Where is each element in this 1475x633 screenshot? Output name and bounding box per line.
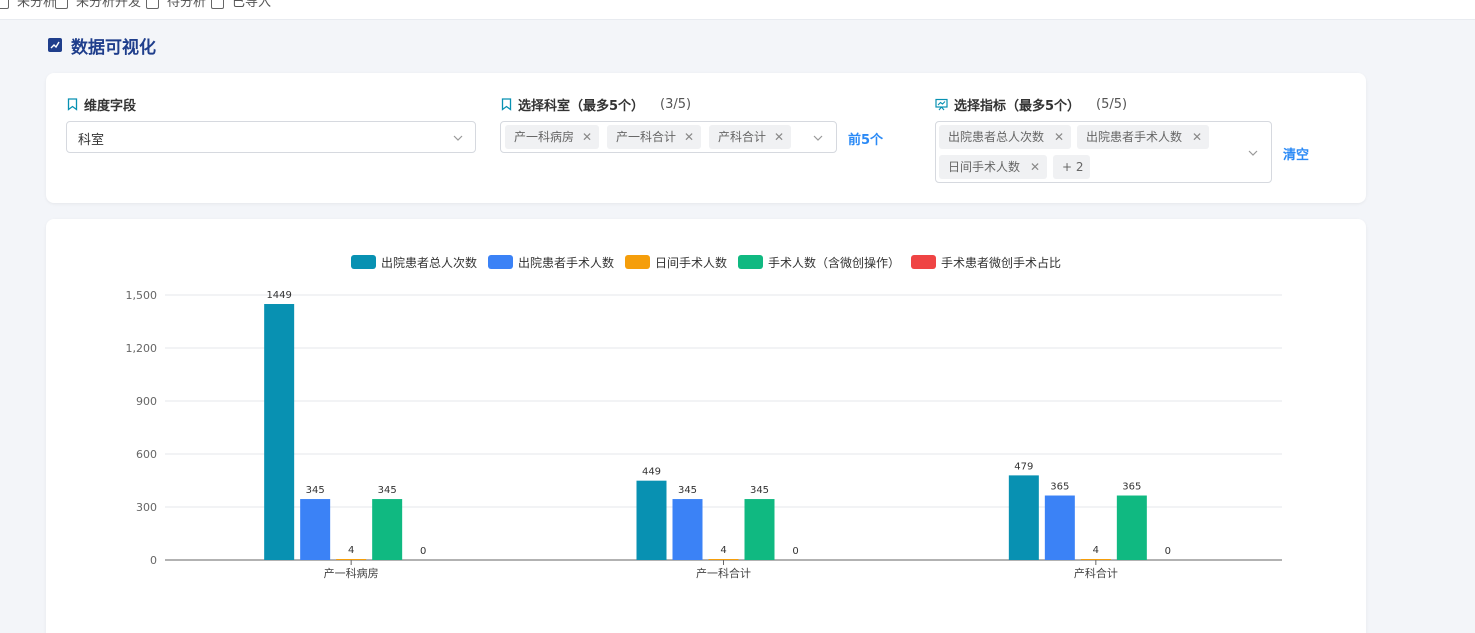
data-label: 449 — [642, 467, 661, 478]
data-label: 345 — [678, 485, 697, 496]
checkbox-label: 未分析开发 — [76, 0, 142, 10]
top-toolbar: 未分析 未分析开发 待分析 已导入 — [0, 0, 1475, 20]
chevron-down-icon — [813, 135, 823, 141]
department-label-text: 选择科室（最多5个） — [518, 99, 645, 114]
dimension-select[interactable]: 科室 — [66, 121, 476, 153]
checkbox-icon[interactable] — [146, 0, 159, 9]
close-icon[interactable]: ✕ — [1192, 125, 1202, 149]
data-label: 365 — [1050, 482, 1069, 493]
data-label: 4 — [720, 545, 726, 556]
department-tag: 产科合计 ✕ — [709, 125, 791, 149]
y-tick-label: 600 — [136, 448, 157, 461]
close-icon[interactable]: ✕ — [684, 125, 694, 149]
metric-tag-label: 出院患者手术人数 — [1086, 130, 1183, 144]
bar — [1080, 559, 1111, 560]
data-label: 0 — [792, 546, 798, 557]
metric-tag-label: 出院患者总人次数 — [948, 130, 1045, 144]
checkbox-option[interactable]: 待分析 — [146, 0, 206, 10]
department-tag: 产一科合计 ✕ — [607, 125, 701, 149]
metric-more-tag: + 2 — [1053, 155, 1090, 179]
bar — [300, 499, 331, 560]
top5-button[interactable]: 前5个 — [848, 129, 883, 148]
metric-tag-label: 日间手术人数 — [948, 160, 1021, 174]
bar — [1044, 495, 1075, 560]
x-tick-label: 产一科病房 — [324, 566, 379, 580]
department-count: (3/5) — [660, 97, 692, 112]
metric-label: 选择指标（最多5个） (5/5) — [935, 95, 1127, 114]
y-tick-label: 0 — [150, 554, 157, 567]
checkbox-icon[interactable] — [211, 0, 224, 9]
bar — [1116, 495, 1147, 560]
checkbox-option[interactable]: 已导入 — [211, 0, 271, 10]
bar — [264, 304, 295, 560]
line-chart-icon — [48, 38, 62, 52]
checkbox-label: 已导入 — [232, 0, 272, 10]
clear-button[interactable]: 清空 — [1283, 144, 1309, 163]
filter-panel: 维度字段 科室 选择科室（最多5个） (3/5) 产一科病房 ✕ 产一科合计 ✕ 产… — [46, 73, 1366, 203]
chart-panel: 出院患者总人次数 出院患者手术人数 日间手术人数 手术人数（含微创操作） 手术患者微创手… — [46, 219, 1366, 633]
metric-more-label: + 2 — [1062, 160, 1084, 174]
data-label: 345 — [378, 485, 397, 496]
bar — [372, 499, 403, 560]
bar — [708, 559, 739, 560]
metric-tag: 出院患者手术人数 ✕ — [1077, 125, 1209, 149]
data-label: 4 — [348, 545, 354, 556]
data-label: 479 — [1014, 461, 1033, 472]
data-label: 1449 — [266, 290, 291, 301]
department-tag-label: 产一科病房 — [514, 130, 575, 144]
bar — [1008, 475, 1039, 560]
page-title: 数据可视化 — [48, 34, 156, 58]
dimension-label-text: 维度字段 — [84, 99, 137, 114]
data-label: 345 — [306, 485, 325, 496]
data-label: 365 — [1122, 482, 1141, 493]
bookmark-icon — [501, 98, 512, 111]
close-icon[interactable]: ✕ — [1054, 125, 1064, 149]
checkbox-label: 待分析 — [167, 0, 207, 10]
page-title-text: 数据可视化 — [71, 37, 156, 58]
department-select[interactable]: 产一科病房 ✕ 产一科合计 ✕ 产科合计 ✕ — [500, 121, 837, 153]
data-label: 4 — [1093, 545, 1099, 556]
y-tick-label: 1,200 — [126, 342, 158, 355]
bar — [744, 499, 775, 560]
chart-board-icon — [935, 98, 948, 111]
y-tick-label: 900 — [136, 395, 157, 408]
x-tick-label: 产科合计 — [1074, 566, 1118, 580]
data-label: 0 — [1165, 546, 1171, 557]
department-tag-label: 产一科合计 — [616, 130, 677, 144]
y-tick-label: 1,500 — [126, 289, 158, 302]
chevron-down-icon — [1248, 150, 1258, 156]
checkbox-icon[interactable] — [55, 0, 68, 9]
bar — [636, 480, 667, 560]
y-tick-label: 300 — [136, 501, 157, 514]
checkbox-option[interactable]: 未分析 — [0, 0, 56, 10]
metric-select[interactable]: 出院患者总人次数 ✕ 出院患者手术人数 ✕ 日间手术人数 ✕ + 2 — [935, 121, 1272, 183]
chevron-down-icon — [453, 135, 463, 141]
department-tag-label: 产科合计 — [718, 130, 767, 144]
bar — [672, 499, 703, 560]
bar — [336, 559, 367, 560]
close-icon[interactable]: ✕ — [1030, 155, 1040, 179]
close-icon[interactable]: ✕ — [582, 125, 592, 149]
checkbox-option[interactable]: 未分析开发 — [55, 0, 141, 10]
dimension-label: 维度字段 — [67, 95, 136, 114]
metric-count: (5/5) — [1096, 97, 1128, 112]
metric-tag: 出院患者总人次数 ✕ — [939, 125, 1071, 149]
department-tag: 产一科病房 ✕ — [505, 125, 599, 149]
metric-label-text: 选择指标（最多5个） — [954, 99, 1081, 114]
department-label: 选择科室（最多5个） (3/5) — [501, 95, 691, 114]
checkbox-label: 未分析 — [17, 0, 57, 10]
data-label: 0 — [420, 546, 426, 557]
bar-chart: 0 300 600 900 1,200 1,500 产一科病房 1449 345 4 345 0 产一科… — [126, 289, 1282, 580]
close-icon[interactable]: ✕ — [774, 125, 784, 149]
bookmark-icon — [67, 98, 78, 111]
dimension-select-value: 科室 — [78, 133, 105, 148]
x-tick-label: 产一科合计 — [696, 566, 751, 580]
checkbox-icon[interactable] — [0, 0, 9, 9]
data-label: 345 — [750, 485, 769, 496]
metric-tag: 日间手术人数 ✕ — [939, 155, 1047, 179]
